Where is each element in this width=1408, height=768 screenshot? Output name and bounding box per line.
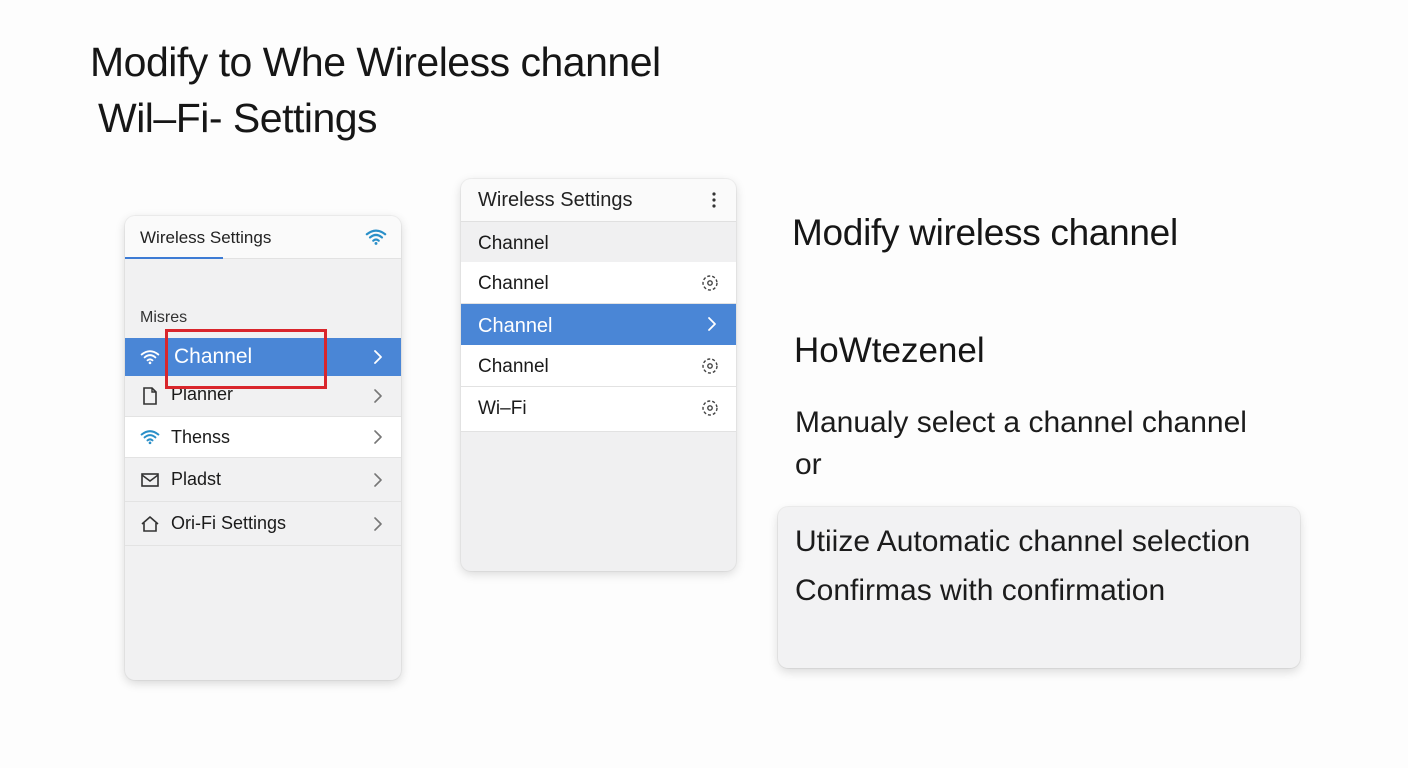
active-tab-underline xyxy=(125,257,223,259)
chevron-right-icon xyxy=(708,317,716,331)
list-item-channel[interactable]: Channel xyxy=(461,345,736,387)
chevron-right-icon xyxy=(374,472,382,487)
list-item-pladst[interactable]: Pladst xyxy=(125,458,401,502)
chevron-right-icon xyxy=(374,430,382,444)
chevron-right-icon xyxy=(374,516,382,531)
card-line-2: Confirmas with confirmation xyxy=(795,574,1166,607)
card-line-1: Utiize Automatic channel selection xyxy=(795,525,1251,558)
list-item-channel[interactable]: Channel xyxy=(125,338,401,376)
description-line-2: or xyxy=(795,448,822,481)
gear-icon xyxy=(702,358,718,374)
list-item-label: Wi–Fi xyxy=(478,398,527,419)
wifi-icon xyxy=(139,427,161,447)
list-item-thenss[interactable]: Thenss xyxy=(125,417,401,458)
wifi-icon xyxy=(365,229,387,245)
document-icon xyxy=(139,386,161,406)
description-line-1: Manualy select a channel channel xyxy=(795,406,1247,439)
wifi-icon xyxy=(139,347,161,367)
panel-header: Wireless Settings xyxy=(461,179,736,222)
list-item-label: Channel xyxy=(478,315,553,337)
list-item-label: Channel xyxy=(478,356,549,377)
list-item-label: Channel xyxy=(478,273,549,294)
page-title-line-1: Modify to Whe Wireless channel xyxy=(90,39,661,85)
section-label: Misres xyxy=(140,309,188,326)
mail-icon xyxy=(139,470,161,490)
wireless-settings-panel-left: Wireless Settings Misres Channel Planner… xyxy=(125,216,401,680)
list-item-wifi[interactable]: Wi–Fi xyxy=(461,387,736,432)
list-item-label: Thenss xyxy=(171,426,231,447)
page-title-line-2: Wil–Fi- Settings xyxy=(98,95,378,141)
list-item-label: Planner xyxy=(171,384,234,404)
page-title: Modify to Whe Wireless channel Wil–Fi- S… xyxy=(90,34,661,146)
chevron-right-icon xyxy=(374,389,382,403)
wireless-settings-panel-middle: Wireless Settings Channel Channel Channe… xyxy=(461,179,736,571)
settings-list: Channel Planner Thenss Pladst Ori-Fi Set… xyxy=(125,338,401,546)
panel-title: Wireless Settings xyxy=(478,189,633,211)
list-item-label: Pladst xyxy=(171,469,222,489)
instruction-heading: Modify wireless channel xyxy=(792,212,1178,253)
chevron-right-icon xyxy=(374,350,382,364)
more-options-icon[interactable] xyxy=(712,192,716,208)
gear-icon xyxy=(702,400,718,416)
list-item-planner[interactable]: Planner xyxy=(125,376,401,417)
list-item-channel[interactable]: Channel xyxy=(461,262,736,304)
list-item-channel[interactable]: Channel xyxy=(461,222,736,262)
panel-title: Wireless Settings xyxy=(140,228,272,247)
panel-header: Wireless Settings xyxy=(125,216,401,259)
gear-icon xyxy=(702,275,718,291)
list-item-ori-fi-settings[interactable]: Ori-Fi Settings xyxy=(125,502,401,546)
list-item-channel-selected[interactable]: Channel xyxy=(461,304,736,345)
list-item-label: Ori-Fi Settings xyxy=(171,513,287,533)
instruction-description: Manualy select a channel channel or xyxy=(795,402,1295,486)
list-item-label: Channel xyxy=(174,345,253,368)
home-icon xyxy=(139,514,161,534)
automatic-selection-card: Utiize Automatic channel selection Confi… xyxy=(778,507,1300,668)
list-item-label: Channel xyxy=(478,233,549,254)
instruction-subheading: HoWtezenel xyxy=(794,331,985,370)
